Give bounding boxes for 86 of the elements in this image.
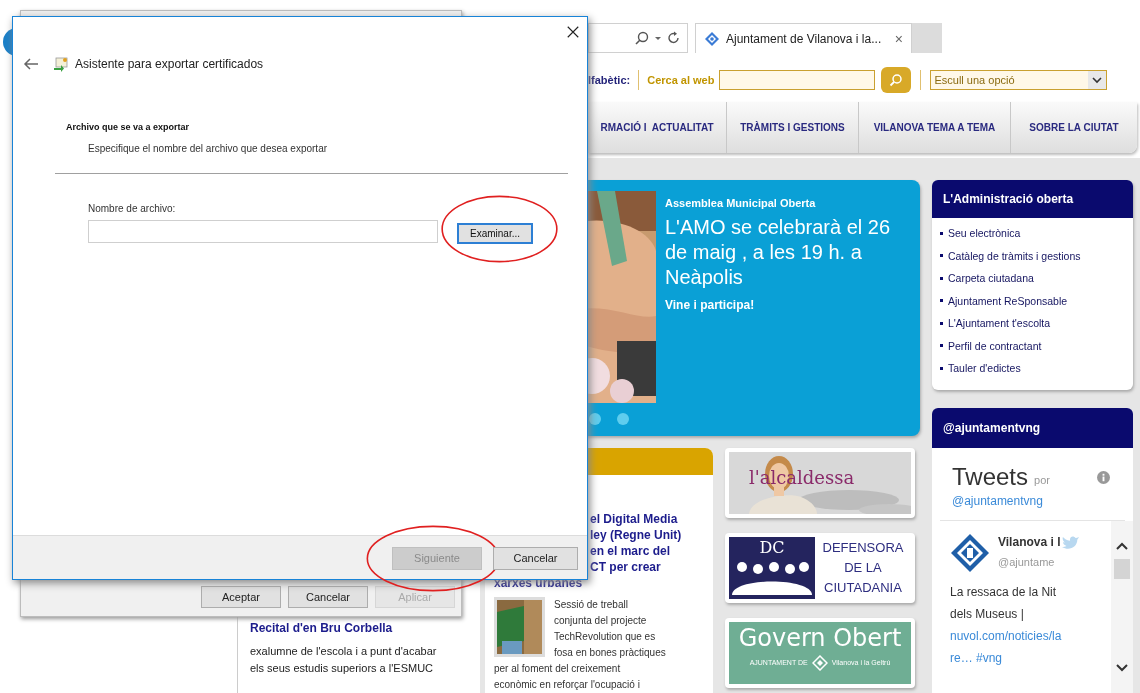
refresh-icon[interactable]: [667, 31, 681, 46]
slide-dot-icon[interactable]: [589, 413, 601, 425]
bullet-icon: [940, 344, 943, 347]
field-label: Nombre de archivo:: [87, 201, 177, 216]
option-select[interactable]: Escull una opció: [930, 70, 1108, 91]
search-button[interactable]: [881, 67, 912, 94]
scrollbar[interactable]: [1111, 521, 1133, 693]
bullet-icon: [940, 276, 943, 280]
search-icon[interactable]: [635, 31, 649, 46]
tab-title: Ajuntament de Vilanova i la...: [726, 30, 883, 48]
by-label: por: [1034, 472, 1050, 488]
news-text-line: per al foment del creixement: [493, 662, 622, 676]
news-headline-line[interactable]: en el marc del: [590, 543, 671, 559]
index-link[interactable]: lfabètic:: [588, 72, 631, 89]
news-text: els seus estudis superiors a l'ESMUC: [250, 661, 435, 676]
news-text-line: econòmic en reforçar l'ocupació i: [493, 678, 641, 692]
banner-text-line: CIUTADANIA: [824, 579, 902, 597]
tweets-heading: Tweets: [952, 464, 1029, 490]
news-title-link[interactable]: Recital d'en Bru Corbella: [250, 619, 480, 637]
browse-button[interactable]: Examinar...: [457, 222, 533, 244]
search-field[interactable]: [719, 70, 876, 91]
account-name[interactable]: Vilanova i l: [998, 533, 1061, 551]
banner-text-line: DEFENSORA: [822, 539, 904, 557]
scroll-up-icon[interactable]: [1115, 541, 1129, 551]
diamond-logo-icon: [704, 30, 720, 47]
people-icon: [732, 559, 812, 595]
section-heading: Archivo que se va a exportar: [65, 121, 191, 134]
news-text-line: conjunta del projecte: [554, 614, 648, 628]
banner-title: Govern Obert: [738, 624, 902, 652]
news-text-line: TechRevolution que es: [554, 630, 657, 644]
diamond-logo-icon: [811, 655, 828, 671]
slide-dot-icon[interactable]: [617, 413, 629, 425]
bullet-icon: [940, 231, 943, 235]
tweet-link[interactable]: nuvol.com/noticies/la: [950, 625, 1111, 647]
bullet-icon: [940, 321, 943, 325]
slide-kicker: Assemblea Municipal Oberta: [665, 196, 817, 211]
dropdown-caret-icon[interactable]: [654, 34, 662, 43]
panel-link[interactable]: Catàleg de tràmits i gestions: [948, 247, 1081, 264]
panel-link[interactable]: Ajuntament ReSponsable: [948, 292, 1068, 309]
tab-close-button[interactable]: ×: [894, 31, 903, 46]
info-icon[interactable]: [1097, 471, 1110, 484]
panel-link[interactable]: Carpeta ciutadana: [948, 270, 1034, 286]
slide-subline: Vine i participa!: [665, 296, 756, 314]
news-text-line: Sessió de treball: [554, 598, 629, 612]
section-description: Especifique el nombre del archivo que desea exportar: [87, 141, 329, 156]
search-icon: [889, 73, 904, 88]
news-headline-line[interactable]: ley (Regne Unit): [590, 527, 682, 543]
bullet-icon: [940, 299, 943, 302]
bird-icon[interactable]: [1062, 534, 1081, 550]
tweet-text: dels Museus |: [950, 606, 1025, 623]
banner[interactable]: DC DEFENSORA DE LA CIUTADANIA: [725, 533, 915, 603]
certificate-icon: [53, 56, 69, 72]
dropdown-caret-icon: [1088, 71, 1107, 90]
new-tab-button[interactable]: [912, 23, 942, 54]
scroll-thumb[interactable]: [1114, 559, 1130, 579]
handle-link[interactable]: @ajuntamentvng: [932, 492, 1133, 510]
close-icon[interactable]: [566, 25, 580, 39]
nav-item[interactable]: SOBRE LA CIUTAT: [1011, 102, 1137, 153]
tweet-link[interactable]: re… #vng: [950, 647, 1111, 669]
search-label: Cerca al web: [647, 73, 715, 89]
browser-tab[interactable]: Ajuntament de Vilanova i la... ×: [695, 23, 912, 54]
news-headline-line[interactable]: el Digital Media: [590, 511, 678, 527]
wizard-title: Asistente para exportar certificados: [75, 56, 264, 73]
nav-item[interactable]: TRÀMITS I GESTIONS: [727, 102, 859, 153]
tweet-text: La ressaca de la Nit: [950, 584, 1058, 601]
banner-text-line: DE LA: [844, 559, 882, 577]
dialog-button[interactable]: Aceptar: [201, 586, 281, 608]
bullet-icon: [940, 254, 943, 257]
panel-title: L'Administració oberta: [932, 180, 1133, 218]
news-headline-line[interactable]: CT per crear: [590, 559, 661, 575]
panel-link[interactable]: Tauler d'edictes: [948, 360, 1021, 376]
logo-text: DC: [759, 539, 785, 557]
news-text-line: fosa en bones pràctiques: [554, 646, 666, 660]
dialog-button[interactable]: Cancelar: [288, 586, 368, 608]
bullet-icon: [940, 366, 943, 370]
panel-link[interactable]: L'Ajuntament t'escolta: [948, 315, 1051, 331]
news-text: exalumne de l'escola i a punt d'acabar: [250, 644, 438, 659]
panel-link[interactable]: Perfil de contractant: [948, 337, 1042, 354]
panel-link[interactable]: Seu electrònica: [948, 225, 1021, 241]
diamond-logo-icon: [950, 533, 990, 573]
dialog-button[interactable]: Cancelar: [493, 546, 578, 570]
nav-item[interactable]: VILANOVA TEMA A TEMA: [859, 102, 1011, 153]
panel-title: @ajuntamentvng: [932, 408, 1133, 448]
file-name-field[interactable]: [88, 220, 438, 243]
back-arrow-icon[interactable]: [23, 58, 39, 70]
scroll-down-icon[interactable]: [1115, 663, 1129, 673]
